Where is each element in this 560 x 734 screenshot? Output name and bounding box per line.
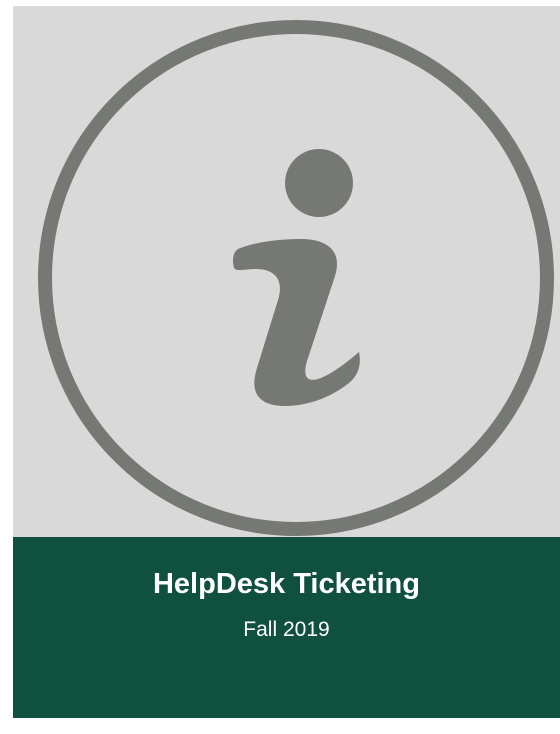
cover-title: HelpDesk Ticketing: [152, 568, 420, 600]
cover-image: [13, 6, 560, 537]
info-icon: [38, 20, 554, 536]
title-banner: HelpDesk Ticketing Fall 2019: [13, 537, 560, 718]
info-icon-dot: [285, 149, 353, 217]
cover-card: HelpDesk Ticketing Fall 2019: [13, 6, 560, 718]
cover-subtitle: Fall 2019: [243, 618, 330, 641]
info-icon-stem: [233, 239, 360, 406]
